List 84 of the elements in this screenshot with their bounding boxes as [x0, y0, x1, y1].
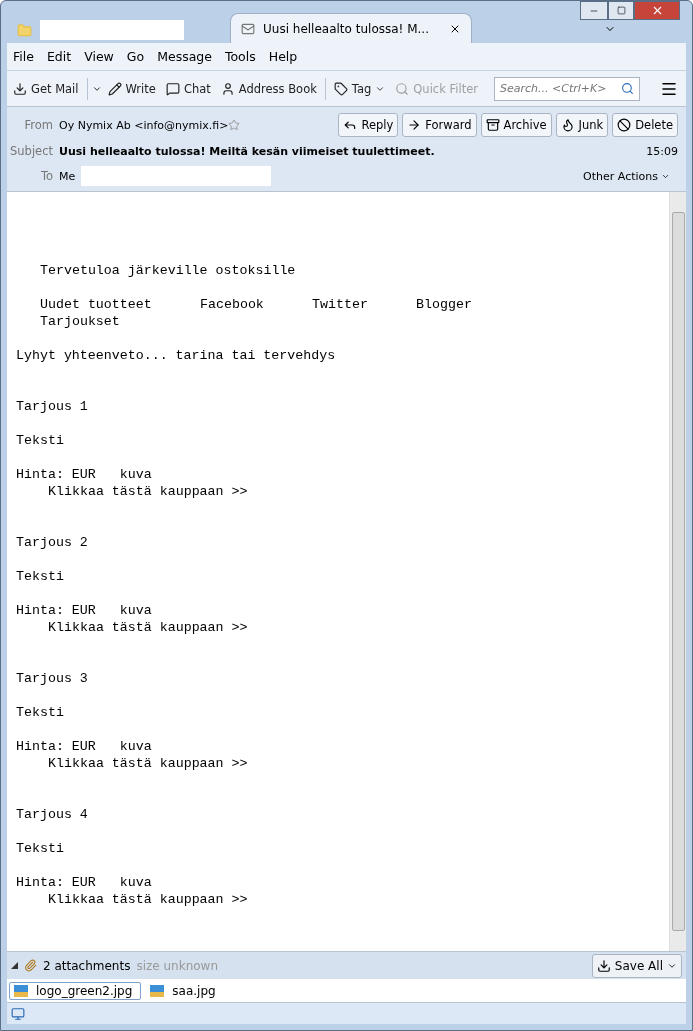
- flame-icon: [560, 118, 575, 132]
- menu-item[interactable]: Help: [268, 49, 298, 64]
- nav-link[interactable]: Blogger: [416, 296, 496, 313]
- reply-icon: [343, 118, 358, 132]
- blocked-icon: [617, 118, 632, 132]
- menu-item[interactable]: Message: [157, 49, 212, 64]
- action-button[interactable]: Archive: [480, 113, 552, 137]
- save-all-button[interactable]: Save All: [591, 953, 682, 978]
- nav-link[interactable]: Twitter: [312, 296, 416, 313]
- subject: Uusi helleaalto tulossa! Meiltä kesän viimeiset tuulettimeet.: [59, 144, 435, 158]
- price: Hinta: EUR: [16, 603, 96, 618]
- arrow-icon: [407, 118, 422, 132]
- nav-link[interactable]: Facebook: [200, 296, 312, 313]
- search-icon: [620, 81, 634, 95]
- expand-icon[interactable]: [11, 962, 18, 969]
- offer-text: Teksti: [16, 841, 64, 856]
- menu-item[interactable]: Tools: [224, 49, 256, 64]
- toolbar-button[interactable]: Address Book: [216, 78, 321, 99]
- minimize-button[interactable]: [580, 1, 608, 20]
- archive-icon: [485, 118, 500, 132]
- maximize-icon: [616, 6, 626, 15]
- network-icon: [11, 1006, 25, 1021]
- download-icon: [596, 958, 611, 973]
- search-field[interactable]: Search... <Ctrl+K>: [493, 76, 640, 101]
- attachment-file[interactable]: saa.jpg: [145, 981, 225, 1000]
- recipient[interactable]: Me: [59, 169, 76, 183]
- sender[interactable]: Oy Nymix Ab <info@nymix.fi>: [59, 118, 229, 132]
- attachment-file[interactable]: logo_green2.jpg: [9, 981, 142, 1000]
- offer-text: Teksti: [16, 569, 64, 584]
- star-icon[interactable]: [228, 119, 241, 131]
- price: Hinta: EUR: [16, 467, 96, 482]
- tab[interactable]: Uusi helleaalto tulossa! M...: [230, 13, 472, 43]
- menu-item[interactable]: View: [84, 49, 114, 64]
- offer-text: Teksti: [16, 433, 64, 448]
- shop-link[interactable]: Klikkaa tästä kauppaan >>: [48, 892, 248, 907]
- envelope-icon: [241, 21, 255, 36]
- other-actions-menu[interactable]: Other Actions: [583, 169, 658, 183]
- toolbar-button[interactable]: Chat: [161, 78, 215, 99]
- shop-link[interactable]: Klikkaa tästä kauppaan >>: [48, 620, 248, 635]
- scrollbar[interactable]: [669, 192, 686, 951]
- folder-icon: [17, 22, 32, 38]
- toolbar-button[interactable]: Get Mail: [9, 78, 83, 99]
- action-button[interactable]: Forward: [402, 113, 477, 137]
- offer-title: Tarjous 1: [16, 399, 88, 414]
- tag-icon: [333, 81, 348, 96]
- person-icon: [220, 81, 235, 96]
- toolbar-button[interactable]: Tag: [329, 78, 390, 99]
- price: Hinta: EUR: [16, 739, 96, 754]
- nav-link[interactable]: Tarjoukset: [40, 313, 200, 330]
- menu-item[interactable]: Edit: [46, 49, 72, 64]
- offer-title: Tarjous 3: [16, 671, 88, 686]
- attachment-count[interactable]: 2 attachments: [43, 958, 131, 973]
- image-alt-text: kuva: [119, 467, 152, 482]
- shop-link[interactable]: Klikkaa tästä kauppaan >>: [48, 756, 248, 771]
- nav-link[interactable]: Uudet tuotteet: [40, 296, 200, 313]
- offer-title: Tarjous 4: [16, 807, 88, 822]
- download-icon: [13, 81, 27, 96]
- pencil-icon: [107, 81, 122, 96]
- price: Hinta: EUR: [16, 875, 96, 890]
- menu-item[interactable]: File: [13, 49, 34, 64]
- action-button[interactable]: Junk: [555, 113, 609, 137]
- field-label: To: [39, 169, 54, 183]
- field-label: From: [23, 118, 54, 132]
- offer-text: Teksti: [16, 705, 64, 720]
- search-icon: [395, 81, 410, 96]
- field-label: Subject: [9, 144, 54, 158]
- greeting: Tervetuloa järkeville ostoksille: [40, 263, 296, 278]
- paperclip-icon: [24, 959, 37, 972]
- summary: Lyhyt yhteenveto... tarina tai tervehdys: [16, 348, 336, 363]
- action-button[interactable]: Delete: [612, 113, 678, 137]
- action-button[interactable]: Reply: [338, 113, 399, 137]
- offer-title: Tarjous 2: [16, 535, 88, 550]
- maximize-button[interactable]: [608, 1, 634, 20]
- image-file-icon: [14, 984, 28, 997]
- image-file-icon: [150, 984, 165, 997]
- image-alt-text: kuva: [119, 739, 152, 754]
- speech-bubble-icon: [165, 81, 180, 96]
- shop-link[interactable]: Klikkaa tästä kauppaan >>: [48, 484, 248, 499]
- image-alt-text: kuva: [119, 875, 152, 890]
- image-alt-text: kuva: [119, 603, 152, 618]
- toolbar-button[interactable]: Write: [103, 78, 160, 99]
- menu-item[interactable]: Go: [126, 49, 145, 64]
- time: 15:09: [646, 144, 678, 158]
- attachment-size: size unknown: [136, 958, 218, 973]
